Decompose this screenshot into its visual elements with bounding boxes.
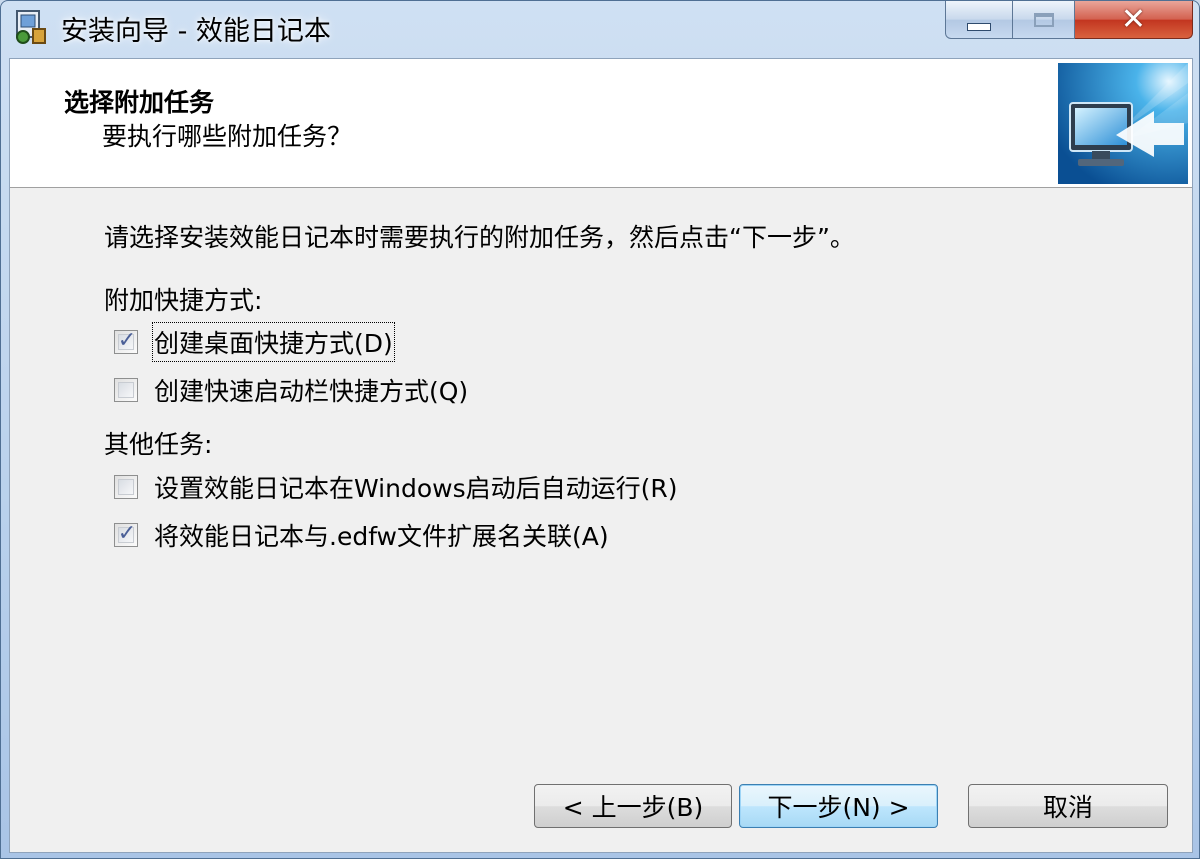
window-title: 安装向导 - 效能日记本 bbox=[61, 16, 331, 47]
minimize-icon bbox=[967, 22, 991, 31]
checkbox-inner bbox=[118, 479, 134, 495]
group-label-shortcuts: 附加快捷方式: bbox=[104, 286, 263, 315]
group-label-other-tasks: 其他任务: bbox=[104, 430, 213, 459]
checkmark-icon: ✓ bbox=[117, 328, 137, 353]
file-association-checkbox[interactable]: ✓ bbox=[114, 521, 138, 547]
installer-window: 安装向导 - 效能日记本 ✕ 选择附加任务 要执行哪些附加任务？ 请选择安装效能… bbox=[0, 0, 1200, 859]
caption-buttons: ✕ bbox=[945, 1, 1193, 41]
page-subtitle: 要执行哪些附加任务？ bbox=[102, 122, 353, 151]
wizard-client-area: 选择附加任务 要执行哪些附加任务？ 请选择安装效能日记本时需要执行的附加任务，然… bbox=[9, 58, 1193, 853]
quicklaunch-shortcut-checkbox[interactable] bbox=[114, 378, 138, 402]
desktop-shortcut-checkbox[interactable]: ✓ bbox=[114, 328, 138, 354]
maximize-button bbox=[1013, 1, 1075, 39]
checkbox-inner bbox=[118, 382, 134, 398]
title-bar[interactable]: 安装向导 - 效能日记本 ✕ bbox=[1, 1, 1199, 57]
installer-app-icon bbox=[11, 7, 51, 47]
intro-text: 请选择安装效能日记本时需要执行的附加任务，然后点击“下一步”。 bbox=[104, 223, 855, 252]
close-icon: ✕ bbox=[1120, 1, 1147, 37]
checkbox-row-desktop-shortcut[interactable]: ✓ 创建桌面快捷方式(D) bbox=[114, 322, 395, 362]
next-button[interactable]: 下一步(N) > bbox=[739, 784, 938, 828]
minimize-button[interactable] bbox=[945, 1, 1013, 39]
close-button[interactable]: ✕ bbox=[1075, 1, 1193, 39]
autostart-checkbox[interactable] bbox=[114, 475, 138, 499]
cancel-button[interactable]: 取消 bbox=[968, 784, 1168, 828]
desktop-shortcut-label[interactable]: 创建桌面快捷方式(D) bbox=[152, 322, 395, 362]
back-button[interactable]: < 上一步(B) bbox=[534, 784, 732, 828]
quicklaunch-shortcut-label[interactable]: 创建快速启动栏快捷方式(Q) bbox=[154, 372, 468, 408]
wizard-header: 选择附加任务 要执行哪些附加任务？ bbox=[10, 59, 1192, 188]
monitor-icon bbox=[1058, 63, 1188, 184]
maximize-icon bbox=[1033, 12, 1054, 27]
checkmark-icon: ✓ bbox=[117, 521, 137, 546]
checkbox-row-quicklaunch-shortcut[interactable]: 创建快速启动栏快捷方式(Q) bbox=[114, 373, 468, 407]
checkbox-row-autostart[interactable]: 设置效能日记本在Windows启动后自动运行(R) bbox=[114, 470, 677, 504]
autostart-label[interactable]: 设置效能日记本在Windows启动后自动运行(R) bbox=[154, 469, 677, 505]
page-title: 选择附加任务 bbox=[64, 88, 215, 117]
file-association-label[interactable]: 将效能日记本与.edfw文件扩展名关联(A) bbox=[154, 517, 609, 553]
checkbox-row-file-association[interactable]: ✓ 将效能日记本与.edfw文件扩展名关联(A) bbox=[114, 518, 609, 552]
